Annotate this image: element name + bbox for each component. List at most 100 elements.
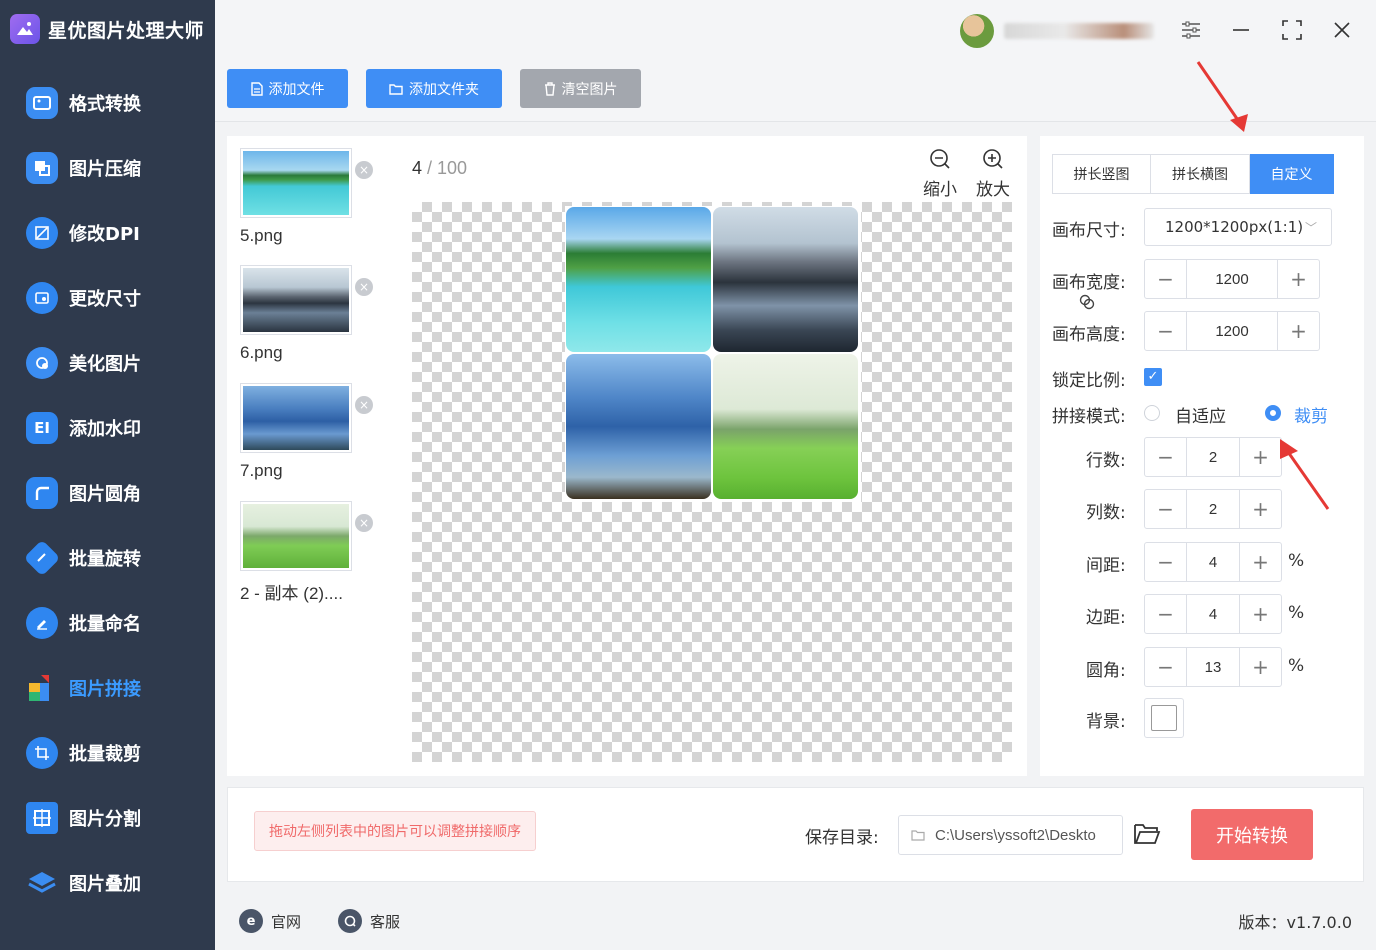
canvas-height-stepper: − 1200 +	[1144, 311, 1320, 351]
cols-stepper: − 2 +	[1144, 489, 1282, 529]
add-file-label: 添加文件	[268, 81, 325, 98]
increment-button[interactable]: +	[1277, 260, 1319, 298]
zoom-out-button[interactable]: 缩小	[923, 148, 957, 200]
settings-panel: 拼长竖图 拼长横图 自定义 画布尺寸: 1200*1200px(1:1) ﹀ 画…	[1040, 136, 1364, 776]
margin-value[interactable]: 4	[1187, 595, 1239, 633]
increment-button[interactable]: +	[1239, 438, 1281, 476]
increment-button[interactable]: +	[1239, 595, 1281, 633]
decrement-button[interactable]: −	[1145, 595, 1187, 633]
increment-button[interactable]: +	[1239, 543, 1281, 581]
file-list-item[interactable]: × 7.png	[240, 383, 390, 481]
canvas-height-label: 画布高度:	[1052, 325, 1126, 345]
file-list-item[interactable]: × 6.png	[240, 265, 390, 363]
start-convert-button[interactable]: 开始转换	[1191, 809, 1313, 860]
close-button[interactable]	[1328, 16, 1356, 44]
zoom-out-label: 缩小	[923, 180, 957, 200]
decrement-button[interactable]: −	[1145, 490, 1187, 528]
minimize-button[interactable]	[1227, 16, 1255, 44]
mode-horizontal-button[interactable]: 拼长横图	[1151, 154, 1250, 194]
file-list-item[interactable]: × 5.png	[240, 148, 390, 246]
radio-fit[interactable]	[1144, 405, 1160, 421]
radio-crop[interactable]	[1265, 405, 1281, 421]
sidebar-item-overlay[interactable]: 图片叠加	[0, 850, 215, 915]
remove-file-button[interactable]: ×	[355, 278, 373, 296]
sidebar-item-label: 格式转换	[69, 93, 141, 115]
margin-stepper: − 4 +	[1144, 594, 1282, 634]
thumbnail	[240, 148, 352, 218]
user-info[interactable]	[960, 14, 1154, 48]
background-color-picker[interactable]	[1144, 698, 1184, 738]
split-icon	[26, 801, 58, 834]
background-label: 背景:	[1086, 712, 1126, 732]
sidebar-item-crop[interactable]: 批量裁剪	[0, 720, 215, 785]
collage-tile-green-field	[713, 354, 858, 499]
mode-custom-button[interactable]: 自定义	[1250, 154, 1334, 194]
file-list-item[interactable]: × 2 - 副本 (2)....	[240, 501, 390, 604]
decrement-button[interactable]: −	[1145, 438, 1187, 476]
decrement-button[interactable]: −	[1145, 312, 1187, 350]
sidebar-item-stitch[interactable]: 图片拼接	[0, 655, 215, 720]
sidebar-item-label: 图片压缩	[69, 158, 141, 180]
sidebar-item-label: 美化图片	[69, 353, 141, 375]
zoom-in-icon	[983, 149, 1003, 169]
spacing-value[interactable]: 4	[1187, 543, 1239, 581]
sidebar-item-dpi[interactable]: 修改DPI	[0, 200, 215, 265]
image-compress-icon	[26, 151, 58, 184]
settings-menu-button[interactable]	[1177, 16, 1205, 44]
sidebar-item-format-convert[interactable]: 格式转换	[0, 70, 215, 135]
remove-file-button[interactable]: ×	[355, 514, 373, 532]
thumbnail	[240, 501, 352, 571]
sidebar-item-watermark[interactable]: EI 添加水印	[0, 395, 215, 460]
sidebar-item-label: 批量裁剪	[69, 743, 141, 765]
sidebar-item-resize[interactable]: 更改尺寸	[0, 265, 215, 330]
folder-icon	[911, 830, 925, 841]
rows-value[interactable]: 2	[1187, 438, 1239, 476]
canvas-height-value[interactable]: 1200	[1187, 312, 1277, 350]
radius-value[interactable]: 13	[1187, 648, 1239, 686]
increment-button[interactable]: +	[1277, 312, 1319, 350]
sidebar-item-label: 图片拼接	[69, 678, 141, 700]
collage-tile-blue-mountains	[566, 354, 711, 499]
save-path-value: C:\Users\yssoft2\Deskto	[935, 826, 1096, 844]
remove-file-button[interactable]: ×	[355, 161, 373, 179]
decrement-button[interactable]: −	[1145, 260, 1187, 298]
app-logo-icon	[10, 14, 40, 44]
maximize-button[interactable]	[1278, 16, 1306, 44]
zoom-in-label: 放大	[976, 180, 1010, 200]
add-folder-button[interactable]: 添加文件夹	[366, 69, 502, 108]
increment-button[interactable]: +	[1239, 490, 1281, 528]
footer: e 官网 客服 版本：v1.7.0.0	[215, 890, 1376, 950]
rename-icon	[26, 606, 58, 639]
support-link[interactable]: 客服	[338, 909, 400, 933]
sidebar-item-rounded-corner[interactable]: 图片圆角	[0, 460, 215, 525]
sidebar-item-rotate[interactable]: 批量旋转	[0, 525, 215, 590]
sidebar-item-beautify[interactable]: 美化图片	[0, 330, 215, 395]
remove-file-button[interactable]: ×	[355, 396, 373, 414]
browse-folder-button[interactable]	[1133, 821, 1163, 851]
zoom-in-button[interactable]: 放大	[976, 148, 1010, 200]
add-file-button[interactable]: 添加文件	[227, 69, 348, 108]
increment-button[interactable]: +	[1239, 648, 1281, 686]
canvas-width-value[interactable]: 1200	[1187, 260, 1277, 298]
canvas-size-select[interactable]: 1200*1200px(1:1) ﹀	[1144, 208, 1332, 246]
save-path-input[interactable]: C:\Users\yssoft2\Deskto	[898, 815, 1123, 855]
thumbnail	[240, 383, 352, 453]
decrement-button[interactable]: −	[1145, 543, 1187, 581]
sidebar-item-rename[interactable]: 批量命名	[0, 590, 215, 655]
decrement-button[interactable]: −	[1145, 648, 1187, 686]
website-link[interactable]: e 官网	[239, 909, 301, 933]
sidebar-item-split[interactable]: 图片分割	[0, 785, 215, 850]
sidebar-item-label: 修改DPI	[69, 223, 140, 245]
mode-vertical-button[interactable]: 拼长竖图	[1052, 154, 1151, 194]
zoom-out-icon	[930, 149, 950, 169]
link-icon[interactable]	[1077, 292, 1097, 316]
folder-icon	[389, 83, 403, 95]
file-name: 5.png	[240, 226, 283, 245]
sidebar-item-compress[interactable]: 图片压缩	[0, 135, 215, 200]
chevron-down-icon: ﹀	[1304, 221, 1317, 235]
maximize-icon	[1282, 20, 1302, 40]
cols-value[interactable]: 2	[1187, 490, 1239, 528]
dpi-icon	[26, 216, 58, 249]
clear-images-button[interactable]: 清空图片	[520, 69, 641, 108]
lock-ratio-checkbox[interactable]: ✓	[1144, 368, 1162, 386]
